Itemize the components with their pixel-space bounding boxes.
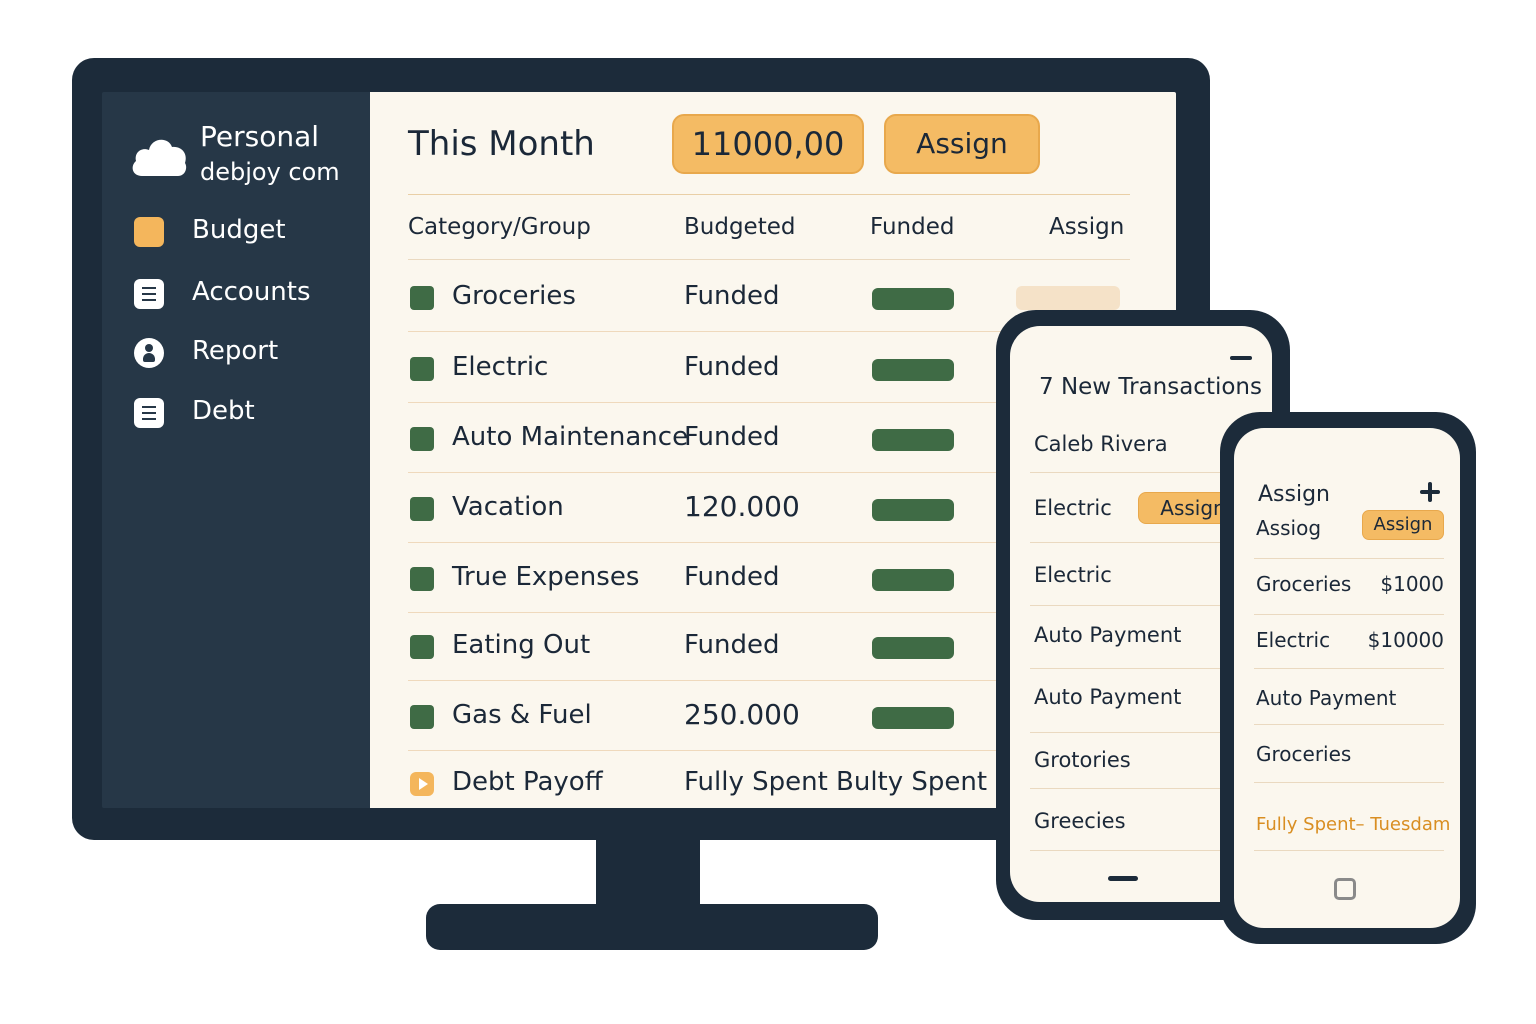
divider [408, 194, 1130, 195]
budgeted-value: Funded [684, 352, 780, 382]
category-name: Eating Out [452, 630, 591, 660]
brand: Personal debjoy com [128, 120, 368, 190]
category-name: Debt Payoff [452, 767, 603, 797]
category-icon [410, 567, 434, 591]
sidebar-item-accounts[interactable]: Accounts [134, 274, 354, 314]
divider [1254, 558, 1444, 559]
budgeted-value: Funded [684, 562, 780, 592]
sidebar-item-label: Budget [192, 215, 286, 245]
divider [1254, 668, 1444, 669]
sidebar-item-debt[interactable]: Debt [134, 393, 354, 433]
budgeted-value: 250.000 [684, 698, 800, 731]
assign-input[interactable] [1016, 286, 1120, 310]
category-name: Groceries [452, 281, 576, 311]
transaction-item[interactable]: Auto Payment [1034, 685, 1181, 709]
funded-bar [872, 429, 954, 451]
category-name: Gas & Fuel [452, 700, 592, 730]
category-icon [410, 635, 434, 659]
divider [1254, 850, 1444, 851]
funded-bar [872, 359, 954, 381]
transaction-item[interactable]: Greecies [1034, 809, 1126, 833]
category-icon [410, 705, 434, 729]
budgeted-value: Funded [684, 422, 780, 452]
total-amount-badge: 11000,00 [672, 114, 864, 174]
phone-screen: Assign Assiog Assign Groceries $1000 Ele… [1234, 428, 1460, 928]
assign-item-amount: $10000 [1367, 628, 1444, 652]
funded-value: Bulty Spent [836, 767, 988, 797]
assign-item-label[interactable]: Electric [1256, 628, 1330, 652]
category-icon [410, 427, 434, 451]
funded-bar [872, 569, 954, 591]
cloud-icon [132, 139, 187, 176]
page-title: This Month [408, 124, 595, 164]
payee-name[interactable]: Caleb Rivera [1034, 432, 1168, 456]
document-icon [134, 398, 164, 428]
assign-item-label[interactable]: Auto Payment [1256, 686, 1396, 710]
budgeted-value: Fully Spent [684, 767, 828, 797]
funded-bar [872, 637, 954, 659]
assign-title: Assign [1258, 482, 1330, 507]
budgeted-value: 120.000 [684, 490, 800, 523]
category-name: Vacation [452, 492, 564, 522]
assign-item-amount: $1000 [1380, 572, 1444, 596]
divider [1254, 782, 1444, 783]
play-icon [410, 772, 434, 796]
transactions-title: 7 New Transactions [1039, 374, 1262, 400]
category-name: Auto Maintenance [452, 422, 689, 452]
plus-icon[interactable] [1418, 480, 1442, 504]
funded-bar [872, 707, 954, 729]
divider [1254, 724, 1444, 725]
transaction-item[interactable]: Electric [1034, 496, 1112, 520]
monitor-stand [596, 838, 700, 908]
category-icon [410, 286, 434, 310]
home-button-icon[interactable] [1334, 878, 1356, 900]
home-indicator[interactable] [1108, 876, 1138, 881]
assign-button[interactable]: Assign [884, 114, 1040, 174]
phone-assign: Assign Assiog Assign Groceries $1000 Ele… [1220, 412, 1476, 944]
column-header-budgeted[interactable]: Budgeted [684, 214, 795, 240]
transaction-item[interactable]: Auto Payment [1034, 623, 1181, 647]
assign-item-label[interactable]: Groceries [1256, 572, 1351, 596]
brand-subtitle: debjoy com [200, 158, 340, 186]
document-icon [134, 279, 164, 309]
monitor-base [426, 904, 878, 950]
sidebar-item-label: Report [192, 336, 279, 366]
square-icon [134, 217, 164, 247]
budgeted-value: Funded [684, 281, 780, 311]
brand-name: Personal [200, 120, 320, 153]
assign-button[interactable]: Assign [1362, 510, 1444, 540]
divider [408, 259, 1130, 260]
sidebar-item-report[interactable]: Report [134, 333, 354, 373]
budgeted-value: Funded [684, 630, 780, 660]
divider [1254, 614, 1444, 615]
column-header-category[interactable]: Category/Group [408, 214, 591, 240]
column-header-funded[interactable]: Funded [870, 214, 954, 240]
funded-bar [872, 288, 954, 310]
transaction-item[interactable]: Electric [1034, 563, 1112, 587]
category-name: Electric [452, 352, 549, 382]
sidebar-item-label: Accounts [192, 277, 311, 307]
category-icon [410, 357, 434, 381]
column-header-assign[interactable]: Assign [1049, 214, 1124, 240]
sidebar-item-label: Debt [192, 396, 255, 426]
person-icon [134, 338, 164, 368]
minimize-icon[interactable] [1230, 356, 1252, 360]
status-text: Fully Spent– Tuesdam [1256, 814, 1451, 835]
transaction-item[interactable]: Grotories [1034, 748, 1131, 772]
category-icon [410, 497, 434, 521]
sidebar: Personal debjoy com Budget Accounts Repo… [102, 92, 370, 808]
assign-row-label: Assiog [1256, 516, 1322, 540]
sidebar-item-budget[interactable]: Budget [134, 212, 354, 252]
category-name: True Expenses [452, 562, 640, 592]
assign-item-label[interactable]: Groceries [1256, 742, 1351, 766]
funded-bar [872, 499, 954, 521]
